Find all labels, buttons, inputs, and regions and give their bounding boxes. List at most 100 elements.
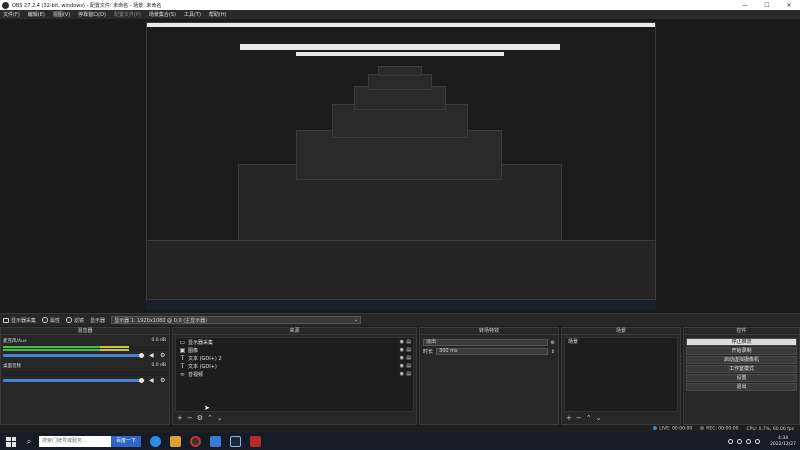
menu-view[interactable]: 视图(V) <box>53 11 70 18</box>
lock-icon[interactable]: ▤ <box>406 355 411 361</box>
maximize-button[interactable]: ☐ <box>756 2 778 9</box>
display-label: 显示器 <box>90 317 106 324</box>
exit-button[interactable]: 退出 <box>686 383 797 391</box>
obs-icon[interactable] <box>190 436 201 447</box>
image-icon: ▣ <box>179 346 186 354</box>
duration-label: 时长 <box>423 349 434 355</box>
preview-area[interactable] <box>0 19 800 313</box>
menu-file[interactable]: 文件(F) <box>3 11 20 18</box>
move-down-button[interactable]: ⌄ <box>217 414 223 422</box>
eye-icon[interactable]: ◉ <box>400 363 404 369</box>
scene-item[interactable]: 场景 <box>565 338 677 346</box>
studio-mode-button[interactable]: 工作室模式 <box>686 365 797 373</box>
filters-button[interactable]: 滤镜 <box>66 317 84 324</box>
remove-scene-button[interactable]: − <box>576 414 582 422</box>
mixer-track-db: 0.0 dB <box>151 363 166 368</box>
controls-header: 控件 <box>684 328 799 335</box>
eye-icon[interactable]: ◉ <box>400 355 404 361</box>
mixer-track-db: 0.0 dB <box>151 338 166 343</box>
source-item[interactable]: T 文本 (GDI+) 2 ◉ ▤ <box>176 354 413 362</box>
taskbar-search-input[interactable]: 搜索门牌号或服务... <box>39 436 111 447</box>
stepper-icon[interactable]: ⇕ <box>551 349 555 355</box>
add-source-button[interactable]: + <box>177 414 183 422</box>
menu-edit[interactable]: 编辑(E) <box>28 11 45 18</box>
menu-profile[interactable]: 配置文件(P) <box>114 11 141 18</box>
menu-tools[interactable]: 工具(T) <box>184 11 201 18</box>
volume-meter <box>3 346 167 348</box>
status-bar: LIVE: 00:00:00 REC: 00:00:00 CPU: 0.7%, … <box>0 425 800 433</box>
preview-canvas[interactable] <box>146 22 656 310</box>
selected-source: 显示器采集 <box>3 317 36 324</box>
tray-icon[interactable] <box>737 439 743 444</box>
source-item[interactable]: ▭ 显示器采集 ◉ ▤ <box>176 338 413 346</box>
transition-type-select[interactable]: 淡出 <box>423 339 548 346</box>
mixer-header: 混音器 <box>1 328 169 335</box>
network-icon[interactable] <box>746 439 752 444</box>
tray-icon[interactable] <box>728 439 734 444</box>
volume-icon[interactable] <box>755 439 761 444</box>
captured-taskbar <box>146 300 656 310</box>
windows-taskbar: ⌕ 搜索门牌号或服务... 百度一下 4:34 2022/12/27 <box>0 433 800 450</box>
source-item[interactable]: ∞ 音视频 ◉ ▤ <box>176 370 413 378</box>
menu-help[interactable]: 帮助(H) <box>209 11 227 18</box>
close-button[interactable]: ✕ <box>778 2 800 9</box>
start-virtual-camera-button[interactable]: 启动虚拟摄像机 <box>686 356 797 364</box>
baidu-search-button[interactable]: 百度一下 <box>111 436 141 447</box>
move-up-button[interactable]: ⌃ <box>207 414 213 422</box>
obs-logo-icon <box>2 1 9 9</box>
filter-icon <box>66 317 73 323</box>
app-icon[interactable] <box>210 436 221 447</box>
mouse-cursor-icon: ➤ <box>204 404 210 412</box>
eye-icon[interactable]: ◉ <box>400 371 404 377</box>
settings-button[interactable]: 设置 <box>686 374 797 382</box>
windows-start-icon[interactable] <box>6 436 16 447</box>
gear-icon[interactable]: ⚙ <box>197 414 203 422</box>
scenes-footer: + − ⌃ ⌄ <box>564 413 678 423</box>
nested-preview-8 <box>240 44 560 50</box>
display-select[interactable]: 显示器 1: 1920x1080 @ 0,0 (主显示器) ⌄ <box>111 316 362 324</box>
lock-icon[interactable]: ▤ <box>406 363 411 369</box>
transition-type-row: 淡出 ⚙ <box>420 338 558 347</box>
gear-icon[interactable]: ⚙ <box>551 340 555 346</box>
clock[interactable]: 4:34 2022/12/27 <box>770 436 796 448</box>
menu-scene-collection[interactable]: 场景集合(S) <box>149 11 176 18</box>
monitor-icon: ▭ <box>179 338 186 346</box>
rec-time: REC: 00:00:00 <box>706 426 739 432</box>
menu-docks[interactable]: 停靠窗口(D) <box>78 11 106 18</box>
lock-icon[interactable]: ▤ <box>406 371 411 377</box>
speaker-icon[interactable]: ◀ <box>149 378 154 384</box>
link-icon: ∞ <box>180 370 185 378</box>
file-explorer-icon[interactable] <box>170 436 181 447</box>
steam-icon[interactable] <box>230 436 241 447</box>
properties-button[interactable]: 属性 <box>42 317 60 324</box>
text-icon: T <box>180 362 185 370</box>
minimize-button[interactable]: — <box>734 2 756 9</box>
app-red-icon[interactable] <box>250 436 261 447</box>
move-up-button[interactable]: ⌃ <box>586 414 592 422</box>
search-icon[interactable]: ⌕ <box>22 437 36 447</box>
lock-icon[interactable]: ▤ <box>406 347 411 353</box>
start-recording-button[interactable]: 开始录制 <box>686 347 797 355</box>
volume-slider-handle[interactable] <box>139 378 144 383</box>
lock-icon[interactable]: ▤ <box>406 339 411 345</box>
source-item[interactable]: ▣ 图像 ◉ ▤ <box>176 346 413 354</box>
scenes-list[interactable]: 场景 <box>564 337 678 412</box>
duration-input[interactable]: 300 ms <box>436 348 548 355</box>
cpu-status: CPU: 0.7%, 60.00 fps <box>746 426 795 432</box>
eye-icon[interactable]: ◉ <box>400 339 404 345</box>
sources-footer: + − ⚙ ⌃ ⌄ <box>175 413 414 423</box>
add-scene-button[interactable]: + <box>566 414 572 422</box>
speaker-icon[interactable]: ◀ <box>149 353 154 359</box>
eye-icon[interactable]: ◉ <box>400 347 404 353</box>
source-item[interactable]: T 文本 (GDI+) ◉ ▤ <box>176 362 413 370</box>
mixer-track-desktop: 桌面音频 0.0 dB ◀ ⚙ <box>3 363 167 387</box>
gear-icon[interactable]: ⚙ <box>160 353 165 359</box>
gear-icon[interactable]: ⚙ <box>160 378 165 384</box>
edge-icon[interactable] <box>150 436 161 447</box>
remove-source-button[interactable]: − <box>187 414 193 422</box>
move-down-button[interactable]: ⌄ <box>596 414 602 422</box>
volume-slider-handle[interactable] <box>139 353 144 358</box>
live-status: LIVE: 00:00:00 <box>653 426 692 432</box>
sources-list[interactable]: ▭ 显示器采集 ◉ ▤ ▣ 图像 ◉ ▤ T 文本 (GDI+) 2 ◉ ▤ T… <box>175 337 414 412</box>
stop-streaming-button[interactable]: 停止推流 <box>686 338 797 346</box>
